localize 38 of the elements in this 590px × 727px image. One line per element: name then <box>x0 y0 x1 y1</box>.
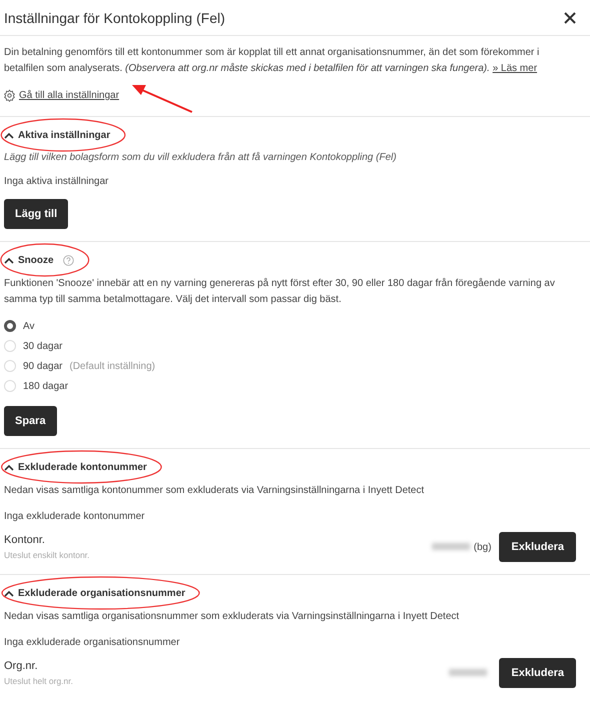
radio-button[interactable] <box>4 320 16 332</box>
section-description: Nedan visas samtliga organisationsnummer som exkluderats via Varningsinställningarna i Inyett Detect <box>4 610 460 624</box>
radio-label[interactable]: 90 dagar <box>23 360 62 372</box>
chevron-icon[interactable] <box>4 464 14 470</box>
section-description: Nedan visas samtliga kontonummer som exkluderats via Varningsinställningarna i Inyett Detect <box>4 484 426 498</box>
dialog-title: Inställningar för Kontokoppling (Fel) <box>4 10 226 26</box>
value-suffix: (bg) <box>474 542 492 552</box>
add-button[interactable]: Lägg till <box>4 199 68 229</box>
redacted-value <box>432 542 470 550</box>
radio-label[interactable]: 180 dagar <box>23 380 68 392</box>
exclude-button[interactable]: Exkludera <box>499 532 576 562</box>
chevron-icon[interactable] <box>4 256 14 264</box>
read-more-link[interactable]: » Läs mer <box>492 63 538 74</box>
section-description: Funktionen 'Snooze' innebär att en ny varning genereras på nytt först efter 30, 90 eller 180 dagar från föregående varning av samma typ till samma betalmottagare. Välj det intervall som passar dig bäst. <box>4 277 556 307</box>
chevron-icon[interactable] <box>4 132 14 138</box>
field-hint: Uteslut helt org.nr. <box>4 676 73 686</box>
section-title: Snooze <box>18 254 54 266</box>
settings-icon[interactable] <box>3 89 16 102</box>
chevron-icon[interactable] <box>4 590 14 596</box>
radio-label[interactable]: 30 dagar <box>23 340 62 352</box>
section-title: Aktiva inställningar <box>18 130 110 140</box>
section-title: Exkluderade organisationsnummer <box>18 588 186 598</box>
field-hint: Uteslut enskilt kontonr. <box>4 550 90 560</box>
exclude-button[interactable]: Exkludera <box>499 658 576 688</box>
empty-text: Inga exkluderade kontonummer <box>4 511 146 522</box>
settings-link[interactable]: Gå till alla inställningar <box>19 90 120 101</box>
section-subtitle: Lägg till vilken bolagsform som du vill exkludera från att få varningen Kontokoppling (Fel) <box>4 152 398 163</box>
field-label: Kontonr. <box>4 534 46 546</box>
radio-label[interactable]: Av <box>23 320 34 332</box>
radio-note: (Default inställning) <box>69 360 156 372</box>
field-label: Org.nr. <box>4 660 39 672</box>
empty-text: Inga exkluderade organisationsnummer <box>4 637 181 648</box>
empty-text: Inga aktiva inställningar <box>4 176 110 187</box>
section-title: Exkluderade kontonummer <box>18 462 147 472</box>
intro-text: Din betalning genomförs till ett kontonummer som är kopplat till ett annat organisationsnummer, än det som förekommer i betalfilen som analyserats. (Observera att org.nr måste skickas med i betalfilen för att varningen ska fungera). » Läs mer <box>3 46 540 76</box>
close-icon[interactable] <box>564 12 576 24</box>
save-button[interactable]: Spara <box>4 406 57 436</box>
redacted-value <box>449 668 488 676</box>
